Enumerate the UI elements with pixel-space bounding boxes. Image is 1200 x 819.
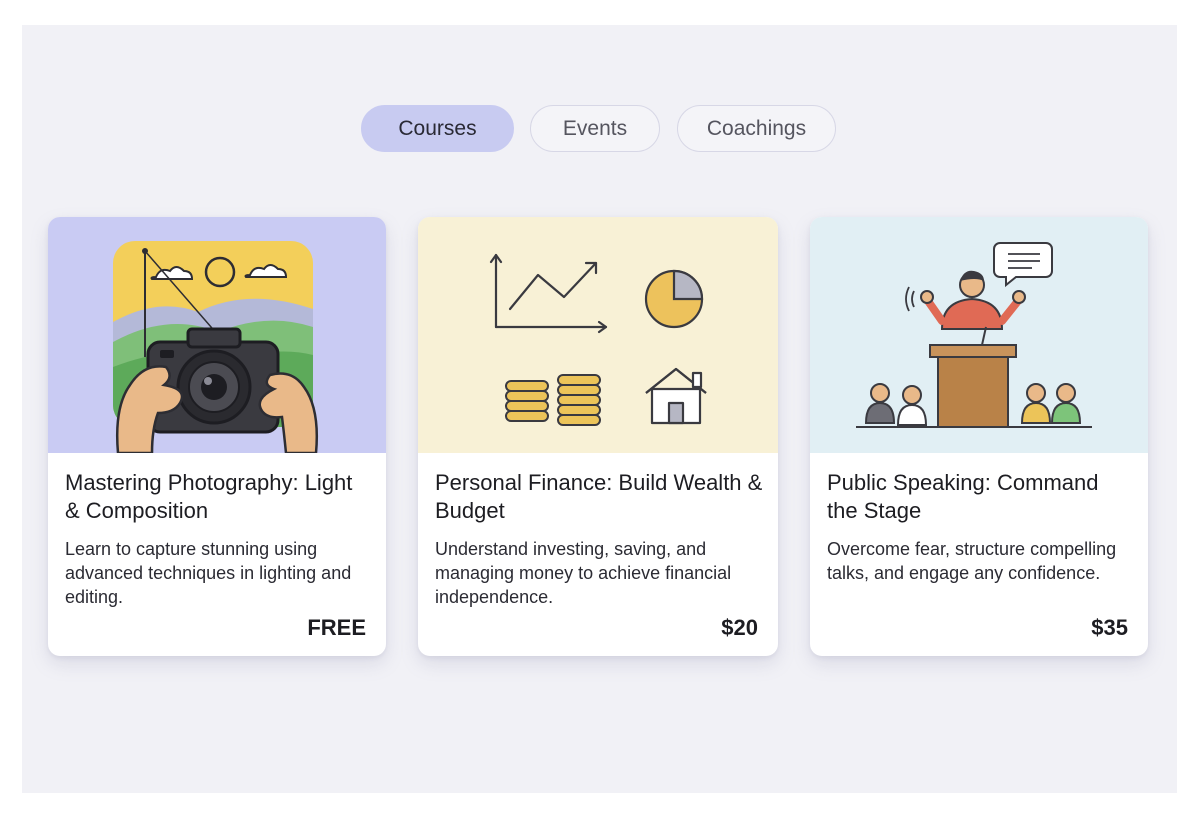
course-card-finance[interactable]: Personal Finance: Build Wealth & Budget …	[418, 217, 778, 656]
tab-events[interactable]: Events	[530, 105, 660, 152]
finance-chart-coins-house-illustration	[418, 217, 778, 453]
card-description: Learn to capture stunning using advanced…	[65, 539, 352, 607]
course-card-public-speaking[interactable]: Public Speaking: Command the Stage Overc…	[810, 217, 1148, 656]
camera-landscape-illustration	[48, 217, 386, 453]
card-description: Overcome fear, structure compelling talk…	[827, 539, 1117, 583]
card-description: Understand investing, saving, and managi…	[435, 539, 732, 607]
price-label: FREE	[307, 615, 366, 640]
course-card-photography[interactable]: Mastering Photography: Light & Compositi…	[48, 217, 386, 656]
speaker-podium-audience-illustration	[810, 217, 1148, 453]
card-title: Mastering Photography: Light & Compositi…	[65, 470, 353, 523]
price-label: $20	[721, 615, 758, 640]
tab-coachings[interactable]: Coachings	[677, 105, 836, 152]
category-tabs: Courses Events Coachings	[0, 105, 1200, 153]
tab-courses[interactable]: Courses	[361, 105, 514, 152]
card-title: Public Speaking: Command the Stage	[827, 470, 1099, 523]
card-title: Personal Finance: Build Wealth & Budget	[435, 470, 763, 523]
price-label: $35	[1091, 615, 1128, 640]
